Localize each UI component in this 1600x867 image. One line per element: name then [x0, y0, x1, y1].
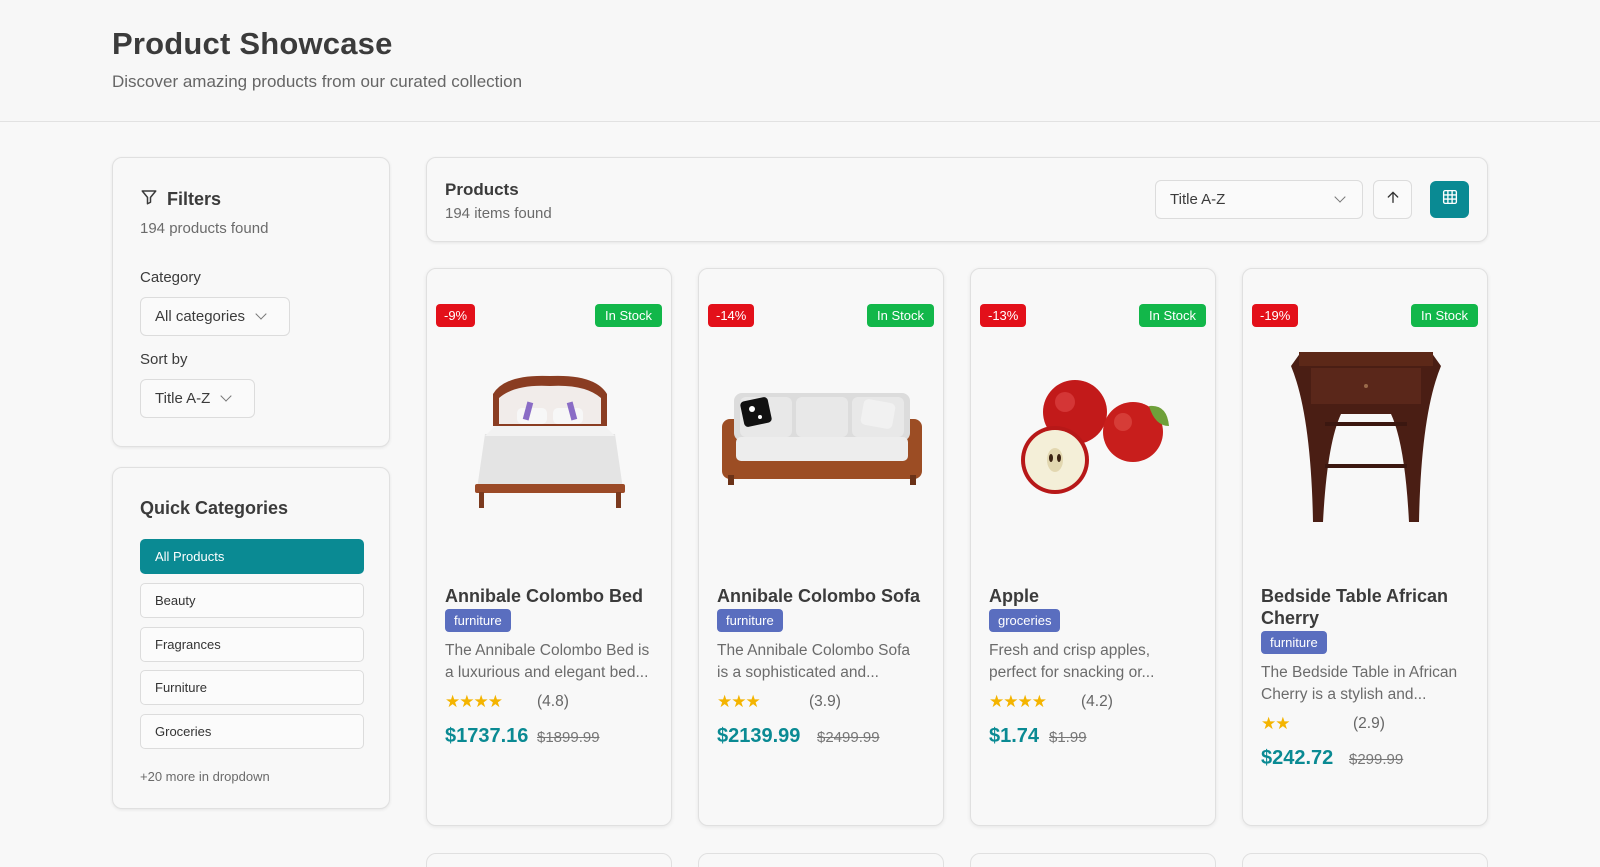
discount-badge: -13%	[980, 304, 1027, 327]
page-subtitle: Discover amazing products from our curat…	[112, 72, 523, 91]
products-sort-select[interactable]: Title A-Z	[1155, 180, 1363, 219]
sort-select[interactable]: Title A-Z	[140, 379, 255, 418]
filters-panel: Filters 194 products found Category All …	[112, 157, 390, 447]
product-image	[709, 329, 935, 549]
product-card[interactable]: -13% In Stock Apple groceries Fresh and …	[970, 268, 1216, 826]
chevron-down-icon	[220, 390, 232, 402]
product-description-line: is a sophisticated and...	[717, 664, 879, 681]
filters-heading: Filters	[140, 188, 221, 211]
product-name[interactable]: Annibale Colombo Sofa	[717, 585, 932, 607]
product-name[interactable]: Apple	[989, 585, 1204, 607]
product-card[interactable]	[426, 853, 672, 867]
products-sort-value: Title A-Z	[1170, 191, 1226, 208]
original-price: $1.99	[1049, 729, 1087, 746]
star-rating-icon: ★★★★	[989, 692, 1047, 711]
category-label: Category	[140, 269, 201, 286]
page-header: Product Showcase Discover amazing produc…	[0, 0, 1600, 122]
product-price: $1.74	[989, 725, 1040, 747]
chevron-down-icon	[1334, 191, 1346, 203]
product-image	[437, 329, 663, 549]
quick-category-furniture[interactable]: Furniture	[140, 670, 364, 705]
product-description-line: Fresh and crisp apples,	[989, 642, 1151, 659]
product-card[interactable]: -14% In Stock Annibale Colombo Sofa furn…	[698, 268, 944, 826]
original-price: $1899.99	[537, 729, 600, 746]
quick-category-beauty[interactable]: Beauty	[140, 583, 364, 618]
quick-category-all-products[interactable]: All Products	[140, 539, 364, 574]
discount-badge: -19%	[1252, 304, 1299, 327]
quick-category-fragrances[interactable]: Fragrances	[140, 627, 364, 662]
product-description-line: The Bedside Table in African	[1261, 664, 1458, 681]
product-description-line: a luxurious and elegant bed...	[445, 664, 649, 681]
product-card[interactable]	[1242, 853, 1488, 867]
category-select-value: All categories	[155, 308, 246, 325]
product-image	[981, 329, 1207, 549]
product-description-line: Cherry is a stylish and...	[1261, 686, 1427, 703]
product-image	[1253, 329, 1479, 549]
stock-badge: In Stock	[867, 304, 934, 327]
category-badge: furniture	[717, 609, 783, 632]
quick-categories-title: Quick Categories	[140, 498, 289, 518]
original-price: $299.99	[1349, 751, 1404, 768]
discount-badge: -14%	[708, 304, 755, 327]
more-categories-note: +20 more in dropdown	[140, 769, 270, 784]
category-badge: furniture	[1261, 631, 1327, 654]
star-rating-icon: ★★★★	[445, 692, 503, 711]
product-name[interactable]: Bedside Table African Cherry	[1261, 585, 1476, 629]
page-title: Product Showcase	[112, 26, 393, 61]
sort-select-value: Title A-Z	[155, 390, 211, 407]
category-badge: groceries	[989, 609, 1061, 632]
quick-category-groceries[interactable]: Groceries	[140, 714, 364, 749]
category-badge: furniture	[445, 609, 511, 632]
filter-icon	[140, 188, 158, 211]
product-card[interactable]: -9% In Stock Annibale Colombo Bed furnit…	[426, 268, 672, 826]
discount-badge: -9%	[436, 304, 476, 327]
grid-view-button[interactable]	[1430, 181, 1469, 218]
rating-value: (4.2)	[1081, 693, 1113, 710]
arrow-up-icon	[1385, 189, 1401, 210]
sort-direction-button[interactable]	[1373, 180, 1412, 219]
product-description-line: perfect for snacking or...	[989, 664, 1155, 681]
quick-categories-panel: Quick Categories All Products Beauty Fra…	[112, 467, 390, 809]
product-price: $1737.16	[445, 725, 529, 747]
products-title: Products	[445, 180, 519, 199]
product-card[interactable]: -19% In Stock Bedside Table African Cher…	[1242, 268, 1488, 826]
rating-value: (4.8)	[537, 693, 569, 710]
product-card[interactable]	[970, 853, 1216, 867]
filters-result-count: 194 products found	[140, 220, 269, 237]
product-price: $242.72	[1261, 747, 1334, 769]
chevron-down-icon	[255, 308, 267, 320]
rating-value: (3.9)	[809, 693, 841, 710]
product-description-line: The Annibale Colombo Sofa	[717, 642, 911, 659]
product-name[interactable]: Annibale Colombo Bed	[445, 585, 660, 607]
grid-icon	[1441, 188, 1459, 211]
rating-value: (2.9)	[1353, 715, 1385, 732]
category-select[interactable]: All categories	[140, 297, 290, 336]
filters-title: Filters	[167, 189, 222, 209]
star-rating-icon: ★★★	[717, 692, 761, 711]
stock-badge: In Stock	[1139, 304, 1206, 327]
sort-label: Sort by	[140, 351, 188, 368]
star-rating-icon: ★★	[1261, 714, 1291, 733]
stock-badge: In Stock	[1411, 304, 1478, 327]
products-count: 194 items found	[445, 205, 552, 222]
stock-badge: In Stock	[595, 304, 662, 327]
product-price: $2139.99	[717, 725, 801, 747]
product-card[interactable]	[698, 853, 944, 867]
product-description-line: The Annibale Colombo Bed is	[445, 642, 650, 659]
products-toolbar: Products 194 items found Title A-Z	[426, 157, 1488, 242]
original-price: $2499.99	[817, 729, 880, 746]
